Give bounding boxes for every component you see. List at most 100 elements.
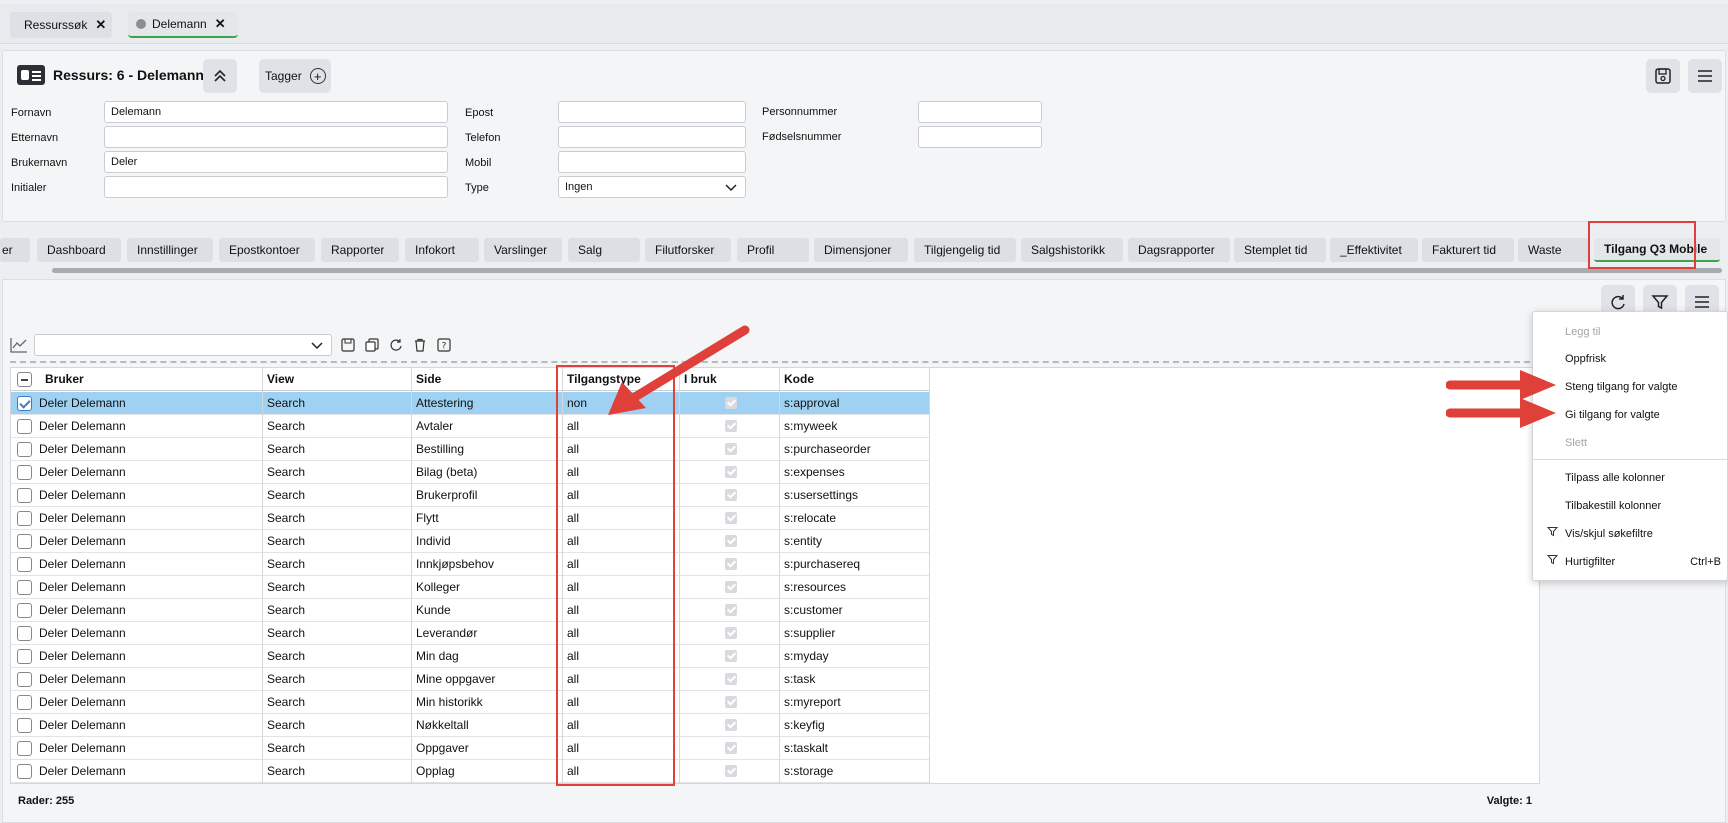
fodselsnummer-field[interactable] xyxy=(918,126,1042,148)
col-side[interactable]: Side xyxy=(416,368,441,390)
row-checkbox[interactable] xyxy=(17,626,32,641)
table-row[interactable]: Deler Delemann Search Nøkkeltall all s:keyfi… xyxy=(11,714,929,737)
row-checkbox[interactable] xyxy=(17,465,32,480)
menu-item-slett[interactable]: Slett xyxy=(1533,430,1728,456)
row-checkbox[interactable] xyxy=(17,741,32,756)
row-checkbox[interactable] xyxy=(17,396,32,411)
type-select[interactable]: Ingen xyxy=(558,176,746,198)
context-menu: Legg til Oppfrisk Steng tilgang for valg… xyxy=(1532,311,1728,581)
tab-er[interactable]: er xyxy=(0,238,30,262)
menu-item-vis-skjul-sokefiltre[interactable]: Vis/skjul søkefiltre xyxy=(1533,521,1728,547)
tab-fakturert-tid[interactable]: Fakturert tid xyxy=(1422,238,1514,262)
chevron-double-up-icon xyxy=(214,69,226,82)
tab-profil[interactable]: Profil xyxy=(737,238,809,262)
save-button[interactable] xyxy=(1646,59,1680,93)
table-row[interactable]: Deler Delemann Search Bilag (beta) all s:exp… xyxy=(11,461,929,484)
telefon-field[interactable] xyxy=(558,126,746,148)
tab-innstillinger[interactable]: Innstillinger xyxy=(127,238,213,262)
cell-i-bruk-checkbox xyxy=(725,535,737,547)
tab-dashboard[interactable]: Dashboard xyxy=(37,238,121,262)
reload-icon[interactable] xyxy=(387,336,405,354)
table-row[interactable]: Deler Delemann Search Mine oppgaver all s:ta… xyxy=(11,668,929,691)
row-checkbox[interactable] xyxy=(17,603,32,618)
row-checkbox[interactable] xyxy=(17,764,32,779)
cell-bruker: Deler Delemann xyxy=(39,442,126,456)
row-checkbox[interactable] xyxy=(17,557,32,572)
table-row[interactable]: Deler Delemann Search Min historikk all s:my… xyxy=(11,691,929,714)
initialer-field[interactable] xyxy=(104,176,448,198)
table-row[interactable]: Deler Delemann Search Flytt all s:relocate xyxy=(11,507,929,530)
tab-filutforsker[interactable]: Filutforsker xyxy=(645,238,731,262)
close-icon[interactable]: ✕ xyxy=(215,16,226,32)
tab-dagsrapporter[interactable]: Dagsrapporter xyxy=(1128,238,1230,262)
tab-salgshistorikk[interactable]: Salgshistorikk xyxy=(1021,238,1123,262)
menu-item-legg-til[interactable]: Legg til xyxy=(1533,319,1728,345)
menu-item-steng-tilgang[interactable]: Steng tilgang for valgte xyxy=(1533,374,1728,400)
tab-rapporter[interactable]: Rapporter xyxy=(321,238,399,262)
personnummer-field[interactable] xyxy=(918,101,1042,123)
table-row[interactable]: Deler Delemann Search Kolleger all s:resourc… xyxy=(11,576,929,599)
tab-ressurssok[interactable]: Ressurssøk ✕ xyxy=(10,12,112,38)
collapse-button[interactable] xyxy=(203,59,237,93)
tab-salg[interactable]: Salg xyxy=(568,238,640,262)
chart-icon[interactable] xyxy=(10,336,28,354)
select-all-checkbox[interactable] xyxy=(17,372,32,387)
table-row[interactable]: Deler Delemann Search Bestilling all s:purch… xyxy=(11,438,929,461)
tab-infokort[interactable]: Infokort xyxy=(405,238,479,262)
col-kode[interactable]: Kode xyxy=(784,368,814,390)
close-icon[interactable]: ✕ xyxy=(95,17,106,33)
row-checkbox[interactable] xyxy=(17,718,32,733)
etternavn-field[interactable] xyxy=(104,126,448,148)
row-checkbox[interactable] xyxy=(17,534,32,549)
table-row[interactable]: Deler Delemann Search Kunde all s:customer xyxy=(11,599,929,622)
cell-view: Search xyxy=(267,603,306,617)
row-checkbox[interactable] xyxy=(17,580,32,595)
tab-effektivitet[interactable]: _Effektivitet xyxy=(1330,238,1418,262)
copy-icon[interactable] xyxy=(363,336,381,354)
row-checkbox[interactable] xyxy=(17,672,32,687)
trash-icon[interactable] xyxy=(411,336,429,354)
table-row[interactable]: Deler Delemann Search Attestering non s:appr… xyxy=(11,392,929,415)
brukernavn-field[interactable]: Deler xyxy=(104,151,448,173)
menu-item-oppfrisk[interactable]: Oppfrisk xyxy=(1533,346,1728,372)
id-card-icon xyxy=(17,65,45,85)
row-checkbox[interactable] xyxy=(17,511,32,526)
table-row[interactable]: Deler Delemann Search Min dag all s:myday xyxy=(11,645,929,668)
tab-waste[interactable]: Waste xyxy=(1518,238,1590,262)
mobil-field[interactable] xyxy=(558,151,746,173)
tab-scrollbar[interactable] xyxy=(52,268,1722,273)
cell-i-bruk-checkbox xyxy=(725,604,737,616)
menu-item-gi-tilgang[interactable]: Gi tilgang for valgte xyxy=(1533,402,1728,428)
tagger-button[interactable]: Tagger + xyxy=(259,59,331,93)
menu-button[interactable] xyxy=(1688,59,1722,93)
tab-dimensjoner[interactable]: Dimensjoner xyxy=(814,238,908,262)
tab-delemann[interactable]: Delemann ✕ xyxy=(128,12,238,38)
table-row[interactable]: Deler Delemann Search Avtaler all s:myweek xyxy=(11,415,929,438)
save-view-icon[interactable] xyxy=(339,336,357,354)
view-select[interactable] xyxy=(34,334,332,356)
menu-item-hurtigfilter[interactable]: Hurtigfilter Ctrl+B xyxy=(1533,549,1728,575)
tab-epostkontoer[interactable]: Epostkontoer xyxy=(219,238,315,262)
table-row[interactable]: Deler Delemann Search Individ all s:entity xyxy=(11,530,929,553)
tab-tilgjengelig-tid[interactable]: Tilgjengelig tid xyxy=(914,238,1016,262)
highlight-box xyxy=(556,365,675,786)
col-bruker[interactable]: Bruker xyxy=(45,368,84,390)
tab-varslinger[interactable]: Varslinger xyxy=(484,238,562,262)
row-checkbox[interactable] xyxy=(17,442,32,457)
row-checkbox[interactable] xyxy=(17,695,32,710)
col-view[interactable]: View xyxy=(267,368,294,390)
table-row[interactable]: Deler Delemann Search Oppgaver all s:taskalt xyxy=(11,737,929,760)
tab-stemplet-tid[interactable]: Stemplet tid xyxy=(1234,238,1326,262)
row-checkbox[interactable] xyxy=(17,419,32,434)
epost-field[interactable] xyxy=(558,101,746,123)
fornavn-field[interactable]: Delemann xyxy=(104,101,448,123)
menu-item-tilbakestill-kolonner[interactable]: Tilbakestill kolonner xyxy=(1533,493,1728,519)
table-row[interactable]: Deler Delemann Search Innkjøpsbehov all s:pu… xyxy=(11,553,929,576)
row-checkbox[interactable] xyxy=(17,488,32,503)
table-row[interactable]: Deler Delemann Search Leverandør all s:suppl… xyxy=(11,622,929,645)
menu-item-tilpass-kolonner[interactable]: Tilpass alle kolonner xyxy=(1533,465,1728,491)
table-row[interactable]: Deler Delemann Search Brukerprofil all s:use… xyxy=(11,484,929,507)
help-icon[interactable]: ? xyxy=(435,336,453,354)
row-checkbox[interactable] xyxy=(17,649,32,664)
table-row[interactable]: Deler Delemann Search Opplag all s:storage xyxy=(11,760,929,783)
